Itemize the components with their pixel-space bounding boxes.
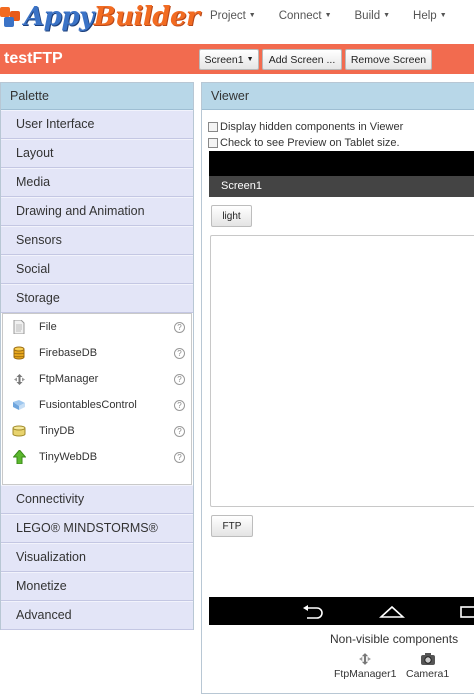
nonvisible-label: FtpManager1 bbox=[334, 668, 397, 680]
chevron-down-icon: ▼ bbox=[383, 12, 391, 19]
help-icon[interactable]: ? bbox=[174, 347, 185, 359]
chevron-down-icon: ▼ bbox=[439, 12, 447, 19]
category-sensors[interactable]: Sensors bbox=[1, 226, 193, 255]
category-connectivity[interactable]: Connectivity bbox=[1, 485, 193, 514]
category-advanced[interactable]: Advanced bbox=[1, 601, 193, 630]
component-tinydb[interactable]: TinyDB ? bbox=[3, 418, 189, 444]
component-tinywebdb[interactable]: TinyWebDB ? bbox=[3, 444, 189, 470]
back-icon bbox=[303, 605, 323, 619]
palette-panel: Palette User Interface Layout Media Draw… bbox=[0, 82, 194, 630]
chevron-down-icon: ▼ bbox=[324, 12, 332, 19]
tablet-preview-label: Check to see Preview on Tablet size. bbox=[220, 137, 400, 149]
menu-help[interactable]: Help ▼ bbox=[413, 10, 447, 22]
component-file[interactable]: File ? bbox=[3, 314, 189, 340]
screen-select-label: Screen1 bbox=[204, 53, 244, 66]
light-button[interactable]: light bbox=[211, 205, 252, 227]
category-storage[interactable]: Storage bbox=[1, 284, 193, 313]
viewer-panel: Viewer Display hidden components in View… bbox=[201, 82, 474, 694]
display-hidden-row: Display hidden components in Viewer bbox=[208, 121, 403, 133]
ftp-icon bbox=[357, 651, 373, 667]
tablet-preview-checkbox[interactable] bbox=[208, 138, 218, 148]
appybuilder-logo[interactable]: AppyBuilder bbox=[0, 2, 200, 32]
palette-title: Palette bbox=[1, 83, 193, 110]
category-monetize[interactable]: Monetize bbox=[1, 572, 193, 601]
component-label: FusiontablesControl bbox=[39, 399, 137, 411]
chevron-down-icon: ▼ bbox=[246, 56, 254, 63]
recent-apps-icon bbox=[460, 606, 474, 618]
home-icon bbox=[379, 605, 405, 618]
component-label: File bbox=[39, 321, 57, 333]
screen-title-bar: Screen1 bbox=[209, 176, 474, 197]
help-icon[interactable]: ? bbox=[174, 451, 185, 463]
logo-text-appy: Appy bbox=[24, 2, 94, 32]
chevron-down-icon: ▼ bbox=[248, 12, 256, 19]
category-layout[interactable]: Layout bbox=[1, 139, 193, 168]
menu-build[interactable]: Build ▼ bbox=[355, 10, 391, 22]
viewer-title: Viewer bbox=[202, 83, 474, 110]
phone-screen[interactable]: light FTP bbox=[209, 197, 474, 597]
database-icon bbox=[12, 346, 26, 360]
component-label: TinyWebDB bbox=[39, 451, 98, 463]
camera-icon bbox=[420, 651, 436, 667]
top-navigation: AppyBuilder Project ▼ Connect ▼ Build ▼ Hel… bbox=[0, 0, 474, 40]
upload-arrow-icon bbox=[12, 450, 26, 464]
category-drawing-and-animation[interactable]: Drawing and Animation bbox=[1, 197, 193, 226]
display-hidden-checkbox[interactable] bbox=[208, 122, 218, 132]
menu-project[interactable]: Project ▼ bbox=[210, 10, 256, 22]
help-icon[interactable]: ? bbox=[174, 399, 185, 411]
main-menu: Project ▼ Connect ▼ Build ▼ Help ▼ bbox=[210, 10, 470, 22]
logo-text-builder: Builder bbox=[93, 2, 200, 32]
nonvisible-ftpmanager1[interactable]: FtpManager1 bbox=[334, 651, 396, 680]
component-fusiontablescontrol[interactable]: FusiontablesControl ? bbox=[3, 392, 189, 418]
category-social[interactable]: Social bbox=[1, 255, 193, 284]
menu-help-label: Help bbox=[413, 10, 437, 22]
display-hidden-label: Display hidden components in Viewer bbox=[220, 121, 404, 133]
file-icon bbox=[12, 320, 26, 334]
menu-connect[interactable]: Connect ▼ bbox=[279, 10, 332, 22]
add-screen-button[interactable]: Add Screen ... bbox=[262, 49, 342, 70]
remove-screen-button[interactable]: Remove Screen bbox=[345, 49, 432, 70]
category-user-interface[interactable]: User Interface bbox=[1, 110, 193, 139]
puzzle-logo-icon bbox=[0, 7, 22, 27]
menu-connect-label: Connect bbox=[278, 10, 322, 22]
phone-navigation-bar bbox=[209, 597, 474, 625]
logo-text: AppyBuilder bbox=[24, 2, 200, 32]
nonvisible-label: Camera1 bbox=[406, 668, 450, 680]
component-ftpmanager[interactable]: FtpManager ? bbox=[3, 366, 189, 392]
storage-component-list: File ? FirebaseDB ? FtpManager ? Fusiont… bbox=[2, 313, 192, 485]
component-firebasedb[interactable]: FirebaseDB ? bbox=[3, 340, 189, 366]
category-visualization[interactable]: Visualization bbox=[1, 543, 193, 572]
category-media[interactable]: Media bbox=[1, 168, 193, 197]
help-icon[interactable]: ? bbox=[174, 425, 185, 437]
project-title: testFTP bbox=[4, 50, 63, 67]
phone-status-bar bbox=[209, 151, 474, 176]
menu-build-label: Build bbox=[354, 10, 381, 22]
component-label: FirebaseDB bbox=[39, 347, 98, 359]
component-label: FtpManager bbox=[39, 373, 99, 385]
menu-project-label: Project bbox=[210, 10, 246, 22]
tinydb-icon bbox=[12, 424, 26, 438]
multiline-textbox[interactable] bbox=[210, 235, 474, 507]
nonvisible-camera1[interactable]: Camera1 bbox=[406, 651, 449, 680]
screen-select-button[interactable]: Screen1 ▼ bbox=[199, 49, 259, 70]
nonvisible-components-title: Non-visible components bbox=[330, 632, 459, 646]
help-icon[interactable]: ? bbox=[174, 321, 185, 333]
project-toolbar: testFTP Screen1 ▼ Add Screen ... Remove S… bbox=[0, 44, 474, 74]
category-lego-mindstorms[interactable]: LEGO® MINDSTORMS® bbox=[1, 514, 193, 543]
ftp-button[interactable]: FTP bbox=[211, 515, 253, 537]
fusiontables-icon bbox=[12, 398, 26, 412]
component-label: TinyDB bbox=[39, 425, 75, 437]
tablet-preview-row: Check to see Preview on Tablet size. bbox=[208, 137, 400, 149]
ftp-icon bbox=[12, 372, 26, 386]
help-icon[interactable]: ? bbox=[174, 373, 185, 385]
